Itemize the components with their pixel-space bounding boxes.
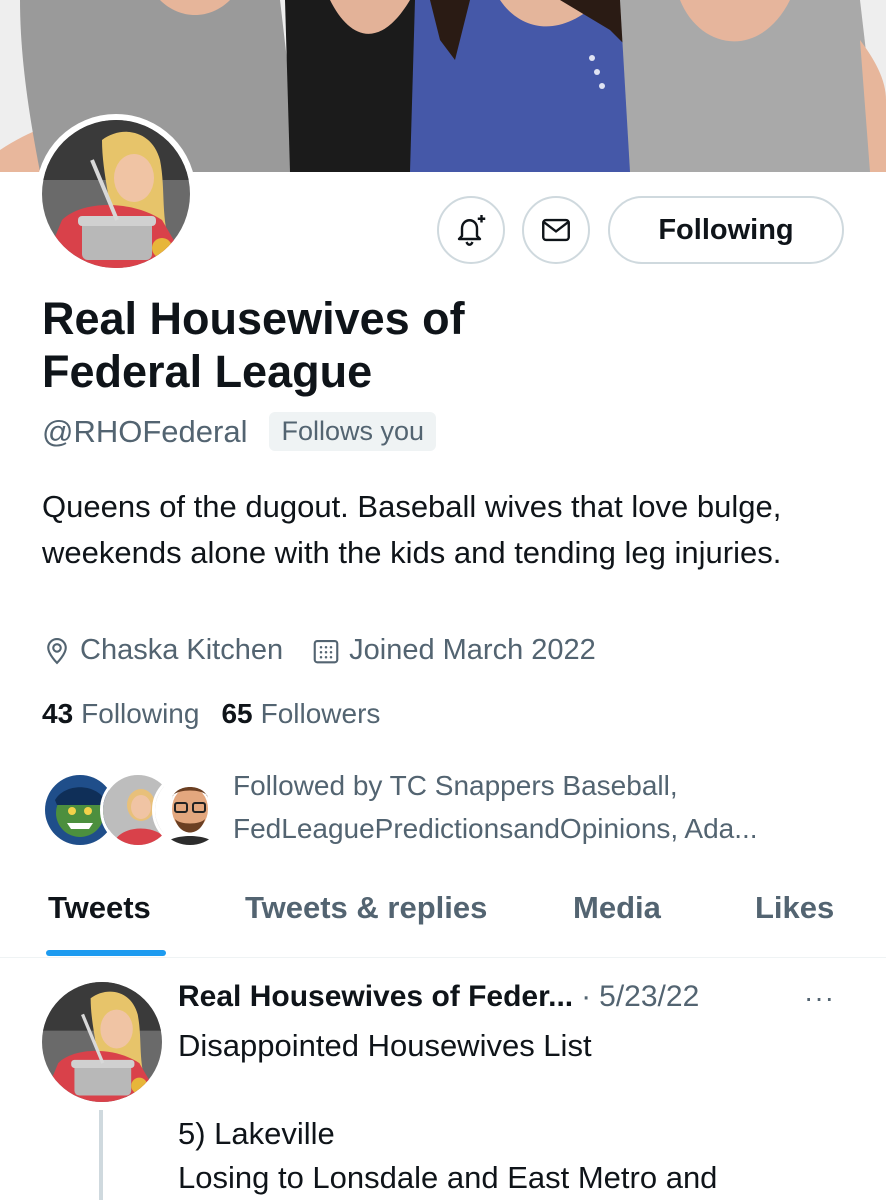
follower-avatar [152,772,228,848]
followers-count-link[interactable]: 65 Followers [221,698,380,730]
tweet-author-avatar[interactable] [42,982,162,1102]
avatar-image [42,120,190,268]
notifications-button[interactable] [437,196,505,264]
follows-you-badge: Follows you [269,412,437,451]
tweet-text: Disappointed Housewives List 5) Lakevill… [178,1028,718,1195]
profile-avatar[interactable] [36,114,196,274]
tweet-header: Real Housewives of Feder... · 5/23/22 [178,980,699,1014]
message-button[interactable] [522,196,590,264]
profile-tabs: Tweets Tweets & replies Media Likes [0,880,886,958]
thread-line [99,1110,103,1200]
followers-label: Followers [260,698,381,729]
active-tab-indicator [46,950,166,956]
tweet-author-name[interactable]: Real Housewives of Feder... [178,980,573,1014]
following-label: Following [81,698,200,729]
calendar-icon [313,639,339,663]
bio: Queens of the dugout. Baseball wives tha… [42,489,782,570]
handle: @RHOFederal [42,413,248,449]
join-date-text: Joined March 2022 [349,634,596,666]
followed-by-avatars[interactable] [42,772,228,848]
following-count: 43 [42,698,74,729]
location: Chaska Kitchen [42,634,283,667]
display-name: Real Housewives of Federal League [42,293,465,397]
tab-likes[interactable]: Likes [755,890,834,926]
handle-row: @RHOFederal Follows you [42,412,437,451]
envelope-icon [542,218,570,242]
followers-count: 65 [221,698,253,729]
location-text: Chaska Kitchen [80,634,284,666]
tab-tweets[interactable]: Tweets [48,890,151,926]
bell-plus-icon [457,215,486,246]
followed-by-text[interactable]: Followed by TC Snappers Baseball, FedLea… [233,764,833,850]
follow-counts: 43 Following 65 Followers [42,698,380,730]
tab-media[interactable]: Media [573,890,661,926]
join-date: Joined March 2022 [311,634,596,667]
tab-tweets-replies[interactable]: Tweets & replies [245,890,487,926]
profile-meta: Chaska Kitchen Joined March 2022 [42,634,596,667]
tweet-separator: · [581,980,592,1013]
tweet-avatar-image [42,982,162,1102]
location-pin-icon [47,637,67,664]
tweet-date[interactable]: 5/23/22 [599,980,699,1014]
following-button[interactable]: Following [608,196,844,264]
more-options-icon[interactable]: ··· [804,982,835,1014]
following-count-link[interactable]: 43 Following [42,698,199,730]
